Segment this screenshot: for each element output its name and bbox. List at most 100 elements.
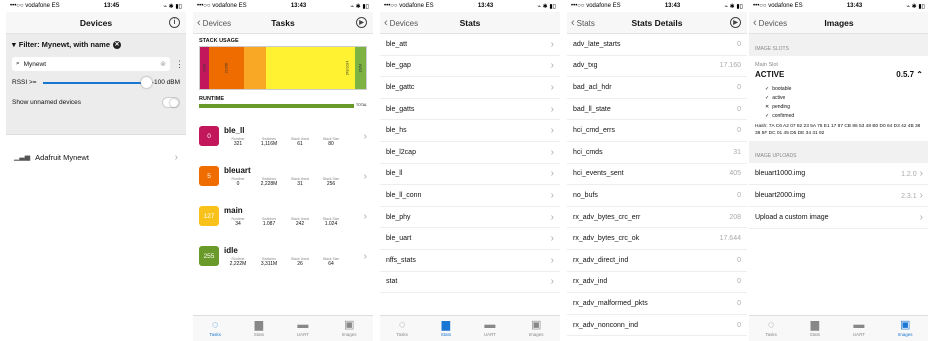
back-label: Devices xyxy=(202,18,232,28)
task-row[interactable]: 255 idle Runtime 2,222M Switches 3,311M Stack … xyxy=(193,236,373,276)
stats-list-item[interactable]: ble_gatts › xyxy=(380,99,560,121)
clear-search-icon[interactable]: ⊗ xyxy=(160,60,166,68)
upload-row[interactable]: Upload a custom image › xyxy=(749,207,928,229)
stats-list-item[interactable]: ble_ll_conn › xyxy=(380,185,560,207)
tab-uart[interactable]: ▬ UART xyxy=(484,320,496,338)
stat-value: 17.160 xyxy=(719,62,741,70)
play-icon[interactable]: ▶ xyxy=(730,17,741,28)
info-icon[interactable]: i xyxy=(169,17,180,28)
upload-row[interactable]: bleuart2000.img 2.3.1 › xyxy=(749,185,928,207)
stats-list-item[interactable]: stat › xyxy=(380,272,560,294)
tab-label: Images xyxy=(528,332,544,337)
task-metrics: Runtime 0 Switches 2,228M Stack Used 31 Stack … xyxy=(224,177,359,187)
chevron-right-icon: › xyxy=(550,125,554,137)
search-icon: ⌕ xyxy=(16,60,20,67)
back-button[interactable]: ‹ Devices xyxy=(197,12,231,34)
task-row[interactable]: 0 ble_ll Runtime 321 Switches 1,116M Stack Use… xyxy=(193,116,373,156)
tab-images[interactable]: ▣ Images xyxy=(342,319,357,338)
stat-value: 0 xyxy=(737,256,741,264)
stats-list-item[interactable]: ble_uart › xyxy=(380,228,560,250)
stat-detail-row: rx_adv_bytes_crc_ok 17.644 xyxy=(567,228,747,250)
slot-name: Main Slot xyxy=(755,62,778,68)
unnamed-label: Show unnamed devices xyxy=(12,99,82,106)
stats-list-item[interactable]: ble_l2cap › xyxy=(380,142,560,164)
nav-bar: ‹ Devices Images xyxy=(749,12,928,34)
filter-header[interactable]: ▾ Filter: Mynewt, with name ✕ xyxy=(12,40,180,49)
device-row[interactable]: ▁▃▅ Adafruit Mynewt › xyxy=(6,145,186,169)
segment-label: 242/1024 xyxy=(345,60,350,76)
task-metric: Stack Size 64 xyxy=(317,257,345,267)
stats-list-item[interactable]: ble_gattc › xyxy=(380,77,560,99)
tab-tasks[interactable]: ◌ Tasks xyxy=(765,319,777,338)
play-icon[interactable]: ▶ xyxy=(356,17,367,28)
chat-icon: ▬ xyxy=(297,319,309,331)
chevron-right-icon: › xyxy=(550,254,554,266)
chevron-right-icon: › xyxy=(550,211,554,223)
task-row[interactable]: 5 bleuart Runtime 0 Switches 2,228M Stack Used… xyxy=(193,156,373,196)
stats-list-item[interactable]: ble_ll › xyxy=(380,164,560,186)
clear-filter-icon[interactable]: ✕ xyxy=(113,40,122,49)
task-metric: Switches 2,228M xyxy=(255,177,283,187)
tasks-icon: ◌ xyxy=(767,319,775,331)
tab-stats[interactable]: ▆ Stats xyxy=(441,320,451,338)
stat-detail-row: rx_adv_malformed_pkts 0 xyxy=(567,293,747,315)
status-bar: •••○○ vodafone ES 13:43 ⌁ ✱ ▮▯ xyxy=(749,0,928,12)
task-list: 0 ble_ll Runtime 321 Switches 1,116M Stack Use… xyxy=(193,116,373,276)
back-button[interactable]: ‹ Devices xyxy=(753,12,787,34)
tab-tasks[interactable]: ◌ Tasks xyxy=(209,320,221,338)
stat-name: no_bufs xyxy=(573,191,598,199)
chevron-right-icon: › xyxy=(919,212,923,223)
back-button[interactable]: ‹ Stats xyxy=(571,12,595,34)
unnamed-toggle[interactable] xyxy=(162,97,180,108)
stack-usage-chart: STACK USAGE 61/80 31/256 242/1024 26/64 RUN… xyxy=(193,34,373,112)
back-button[interactable]: ‹ Devices xyxy=(384,12,418,34)
stats-list-item[interactable]: ble_att › xyxy=(380,34,560,56)
upload-name: bleuart1000.img xyxy=(755,170,806,177)
stat-detail-row: rx_adv_direct_ind 0 xyxy=(567,250,747,272)
save-icon: ▣ xyxy=(343,319,355,331)
rssi-slider[interactable] xyxy=(42,76,152,88)
stats-details-screen: •••○○ vodafone ES 13:43 ⌁ ✱ ▮▯ ‹ Stats St… xyxy=(567,0,747,341)
metric-value: 1.087 xyxy=(262,220,276,227)
stats-list-item[interactable]: ble_hs › xyxy=(380,120,560,142)
stat-name: rx_adv_ind xyxy=(573,278,608,286)
tab-stats[interactable]: ▆ Stats xyxy=(810,319,820,338)
tab-images[interactable]: ▣ Images xyxy=(898,319,913,338)
task-metric: Runtime 2,222M xyxy=(224,257,252,267)
stats-icon: ▆ xyxy=(810,319,820,331)
stat-detail-row: adv_txg 17.160 xyxy=(567,56,747,78)
task-metric: Stack Used 26 xyxy=(286,257,314,267)
stat-value: 17.644 xyxy=(719,235,741,243)
chevron-up-icon: ⌃ xyxy=(916,70,923,79)
tab-tasks[interactable]: ◌ Tasks xyxy=(396,320,408,338)
task-metrics: Runtime 2,222M Switches 3,311M Stack Used 26 S… xyxy=(224,257,359,267)
tab-uart[interactable]: ▬ UART xyxy=(297,319,309,338)
upload-row[interactable]: bleuart1000.img 1.2.0 › xyxy=(749,163,928,185)
task-priority-badge: 127 xyxy=(199,206,219,226)
stats-list-item[interactable]: ble_phy › xyxy=(380,207,560,229)
status-bar: •••○○ vodafone ES 13:43 ⌁ ✱ ▮▯ xyxy=(380,0,560,12)
save-icon: ▣ xyxy=(899,319,911,331)
slot-flags: ✓ bootable ✓ active ✕ pending ✓ confirmed xyxy=(755,84,923,120)
uploads-list: bleuart1000.img 1.2.0 › bleuart2000.img 2.3.… xyxy=(749,163,928,229)
flag-text: confirmed xyxy=(772,112,795,119)
stats-list-item[interactable]: nffs_stats › xyxy=(380,250,560,272)
segment-label: 61/80 xyxy=(202,63,207,73)
search-input[interactable]: ⌕ Mynewt ⊗ xyxy=(12,57,170,71)
metric-value: 80 xyxy=(328,140,334,147)
task-metrics: Runtime 321 Switches 1,116M Stack Used 61 Stac… xyxy=(224,137,359,147)
filter-panel: ▾ Filter: Mynewt, with name ✕ ⌕ Mynewt ⊗… xyxy=(6,34,186,135)
tasks-screen: •••○○ vodafone ES 13:43 ⌁ ✱ ▮▯ ‹ Devices … xyxy=(193,0,373,341)
devices-screen: •••○○ vodafone ES 13:45 ⌁ ✱ ▮▯ Devices i… xyxy=(6,0,186,341)
tab-images[interactable]: ▣ Images xyxy=(528,320,544,338)
more-options-icon[interactable]: ⋮ xyxy=(175,59,184,70)
stats-list-item[interactable]: ble_gap › xyxy=(380,56,560,78)
tab-uart[interactable]: ▬ UART xyxy=(853,320,865,338)
slot-version-toggle[interactable]: 0.5.7 ⌃ xyxy=(896,70,923,79)
tab-stats[interactable]: ▆ Stats xyxy=(254,320,264,338)
page-title: Devices xyxy=(79,17,113,28)
flag-mark-icon: ✕ xyxy=(765,103,770,110)
slider-knob[interactable] xyxy=(140,76,152,88)
task-row[interactable]: 127 main Runtime 34 Switches 1.087 Stack Used 2… xyxy=(193,196,373,236)
metric-value: 1.024 xyxy=(324,220,338,227)
